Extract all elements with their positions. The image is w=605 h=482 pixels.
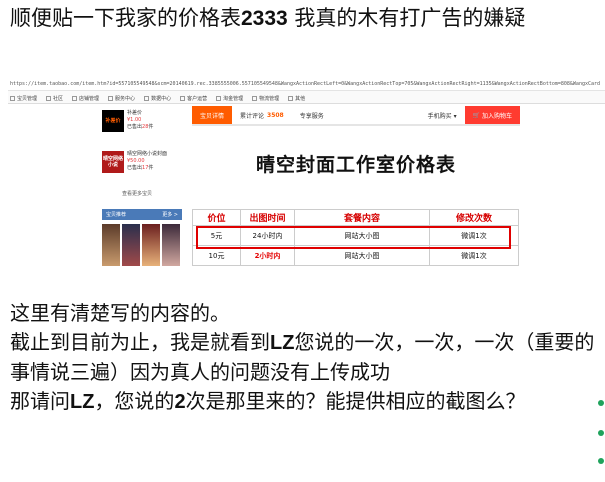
post-body: 这里有清楚写的内容的。 截止到目前为止，我是就看到LZ您说的一次，一次，一次（重… (10, 299, 605, 417)
bookmark[interactable]: 数据中心 (144, 94, 171, 103)
table-cell: 10元 (192, 245, 241, 266)
folder-icon (144, 96, 150, 101)
table-row: 5元 24小时内 网站大小图 微调1次 (192, 225, 519, 246)
body-paragraph: 那请问LZ，您说的2次是那里来的？能提供相应的截图么？ (10, 389, 526, 413)
table-cell: 24小时内 (240, 225, 295, 246)
bookmark[interactable]: 宝贝管理 (10, 94, 37, 103)
product-item[interactable]: 补差价 补差价 ¥1.00 已售出28件 (102, 110, 182, 147)
bookmark[interactable]: 其他 (288, 94, 305, 103)
price-table-title: 晴空封面工作室价格表 (255, 154, 456, 176)
page-edge-widgets (597, 400, 605, 470)
folder-icon (108, 96, 114, 101)
status-dot-icon (598, 458, 604, 464)
table-cell: 网站大小图 (294, 245, 430, 266)
product-price: ¥1.00 (127, 117, 142, 123)
table-header-row: 价位 出图时间 套餐内容 修改次数 (192, 209, 519, 226)
folder-icon (10, 96, 15, 101)
folder-icon (216, 96, 222, 101)
heading-number: 2333 (241, 7, 288, 30)
product-thumbnail[interactable]: 晴空网络小说 (102, 151, 124, 173)
table-cell: 5元 (192, 225, 241, 246)
price-table: 价位 出图时间 套餐内容 修改次数 5元 24小时内 网站大小图 微调1次 10… (192, 209, 519, 266)
product-sold: 已售出28件 (127, 124, 154, 130)
table-header: 套餐内容 (294, 209, 430, 226)
bookmarks-bar: 宝贝管理 社区 店铺管理 服务中心 数据中心 客户运营 淘金管理 物流管理 其他 (8, 91, 605, 104)
poster-image[interactable] (142, 224, 160, 266)
table-header: 修改次数 (429, 209, 519, 226)
mobile-buy-link[interactable]: 手机购买 ▾ (420, 111, 465, 120)
view-more-link[interactable]: 查看更多宝贝 (102, 190, 182, 197)
bookmark[interactable]: 服务中心 (108, 94, 135, 103)
heading-text-end: 我真的木有打广告的嫌疑 (287, 6, 526, 30)
tab-service[interactable]: 专享服务 (292, 106, 332, 124)
add-to-cart-button[interactable]: 🛒 加入购物车 (464, 106, 520, 124)
bookmark[interactable]: 店铺管理 (72, 94, 99, 103)
folder-icon (252, 96, 258, 101)
product-thumbnail[interactable]: 补差价 (102, 110, 124, 132)
folder-icon (180, 96, 186, 101)
poster-image[interactable] (162, 224, 180, 266)
bookmark[interactable]: 客户运营 (180, 94, 207, 103)
post-heading: 顺便贴一下我家的价格表2333 我真的木有打广告的嫌疑 (10, 4, 600, 33)
table-cell: 微调1次 (429, 245, 519, 266)
product-price: ¥50.00 (127, 158, 145, 164)
product-detail: 宝贝详情 累计评论 3508 专享服务 手机购买 ▾ 🛒 加入购物车 晴空封面工作… (192, 106, 520, 274)
heading-text: 顺便贴一下我家的价格表 (10, 6, 241, 30)
table-header: 价位 (192, 209, 241, 226)
embedded-screenshot: https://item.taobao.com/item.htm?id=5571… (8, 76, 605, 274)
bookmark[interactable]: 淘金管理 (216, 94, 243, 103)
status-dot-icon (598, 400, 604, 406)
body-paragraph: 这里有清楚写的内容的。 (10, 301, 230, 325)
product-item[interactable]: 晴空网络小说 晴空网络小说封面 ¥50.00 已售出17件 (102, 151, 182, 188)
product-name[interactable]: 晴空网络小说封面 (127, 151, 167, 158)
tab-reviews[interactable]: 累计评论 3508 (232, 106, 292, 124)
body-paragraph: 截止到目前为止，我是就看到LZ您说的一次，一次，一次（重要的事情说三遍）因为真人… (10, 330, 595, 384)
cart-icon: 🛒 (472, 111, 481, 119)
detail-tabs: 宝贝详情 累计评论 3508 专享服务 手机购买 ▾ 🛒 加入购物车 (192, 106, 520, 126)
url-bar[interactable]: https://item.taobao.com/item.htm?id=5571… (8, 76, 605, 91)
table-header: 出图时间 (240, 209, 295, 226)
poster-image[interactable] (122, 224, 140, 266)
table-row: 10元 2小时内 网站大小图 微调1次 (192, 245, 519, 266)
shop-sidebar: 补差价 补差价 ¥1.00 已售出28件 晴空网络小说 晴空网络小说封面 ¥50… (102, 106, 182, 274)
folder-icon (288, 96, 294, 101)
recommend-header: 宝贝推荐 更多 > (102, 209, 182, 220)
bookmark[interactable]: 物流管理 (252, 94, 279, 103)
table-cell: 微调1次 (429, 225, 519, 246)
product-sold: 已售出17件 (127, 165, 154, 171)
product-name[interactable]: 补差价 (127, 110, 153, 117)
table-cell: 网站大小图 (294, 225, 430, 246)
poster-image[interactable] (102, 224, 120, 266)
bookmark[interactable]: 社区 (46, 94, 63, 103)
status-dot-icon (598, 430, 604, 436)
tab-details[interactable]: 宝贝详情 (192, 106, 233, 124)
table-cell: 2小时内 (240, 245, 295, 266)
folder-icon (46, 96, 52, 101)
recommend-title: 宝贝推荐 (106, 212, 127, 218)
recommend-posters (102, 224, 182, 266)
recommend-more-link[interactable]: 更多 > (162, 211, 178, 218)
folder-icon (72, 96, 78, 101)
